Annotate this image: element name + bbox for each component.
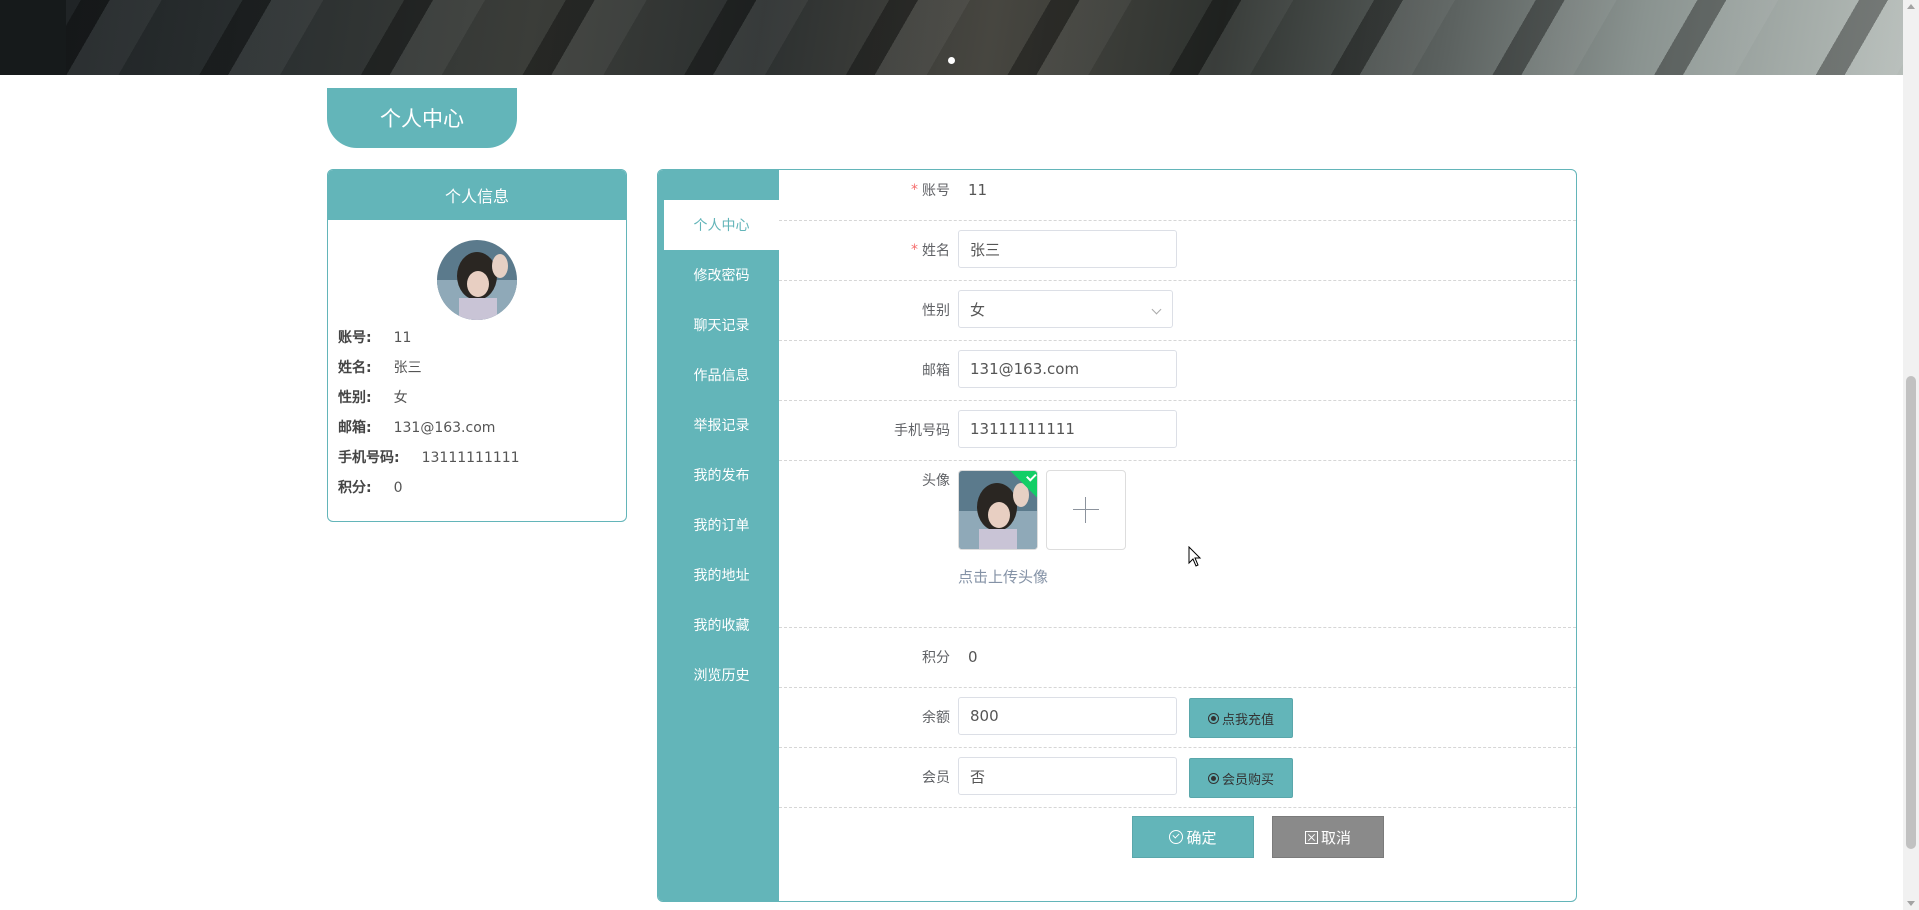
info-label: 姓名:	[338, 360, 372, 376]
info-label: 账号:	[338, 330, 372, 346]
gender-label: 性别	[922, 303, 950, 319]
info-label: 手机号码:	[338, 450, 400, 466]
top-banner-carousel	[0, 0, 1903, 75]
points-label: 积分	[922, 650, 950, 666]
form-row-gender: 性别 女	[779, 280, 1576, 341]
form-row-avatar: 头像 点击上传头像	[779, 460, 1576, 628]
sidebar-item-change-password[interactable]: 修改密码	[664, 250, 779, 300]
info-row-account: 账号: 11	[338, 327, 411, 347]
avatar-thumbnail[interactable]	[958, 470, 1038, 550]
mouse-pointer-icon	[1188, 545, 1202, 572]
info-value: 0	[393, 480, 403, 496]
field-label: * 姓名	[911, 220, 950, 280]
upload-tip: 点击上传头像	[958, 568, 1049, 586]
plus-icon	[1073, 509, 1099, 510]
email-field[interactable]: 131@163.com	[958, 350, 1177, 388]
member-input[interactable]: 否	[958, 757, 1177, 795]
page-title: 个人中心	[327, 88, 517, 148]
info-card-title: 个人信息	[328, 170, 626, 220]
field-label: * 账号	[911, 170, 950, 220]
form-row-phone: 手机号码 13111111111	[779, 400, 1576, 461]
info-value: 张三	[393, 360, 422, 376]
sidebar-item-my-address[interactable]: 我的地址	[664, 550, 779, 600]
form-row-account: * 账号 11	[779, 170, 1576, 221]
form-row-balance: 余额 800 点我充值	[779, 687, 1576, 748]
sidebar-menu: 个人中心 修改密码 聊天记录 作品信息 举报记录 我的发布 我的订单 我的地址 …	[658, 170, 779, 901]
profile-panel: 个人中心 修改密码 聊天记录 作品信息 举报记录 我的发布 我的订单 我的地址 …	[657, 169, 1577, 902]
balance-label: 余额	[922, 710, 950, 726]
form-row-name: * 姓名 张三	[779, 220, 1576, 281]
form-row-member: 会员 否 会员购买	[779, 747, 1576, 808]
info-value: 女	[393, 390, 408, 406]
account-label: 账号	[922, 183, 950, 199]
info-label: 积分:	[338, 480, 372, 496]
required-mark: *	[911, 242, 918, 258]
info-row-name: 姓名: 张三	[338, 357, 422, 377]
sidebar-item-browse-history[interactable]: 浏览历史	[664, 650, 779, 700]
avatar-upload-button[interactable]	[1046, 470, 1126, 550]
info-label: 性别:	[338, 390, 372, 406]
required-mark: *	[911, 182, 918, 198]
sidebar-item-chat-history[interactable]: 聊天记录	[664, 300, 779, 350]
info-row-email: 邮箱: 131@163.com	[338, 417, 495, 437]
radio-icon	[1207, 712, 1219, 724]
avatar-label: 头像	[922, 473, 950, 489]
info-row-points: 积分: 0	[338, 477, 403, 497]
sidebar-item-favorites[interactable]: 我的收藏	[664, 600, 779, 650]
sidebar-item-works[interactable]: 作品信息	[664, 350, 779, 400]
info-value: 11	[393, 330, 412, 346]
avatar	[437, 240, 517, 320]
scroll-down-icon[interactable]	[1907, 901, 1915, 906]
recharge-label: 点我充值	[1221, 712, 1274, 728]
cancel-button[interactable]: 取消	[1272, 816, 1384, 858]
info-label: 邮箱:	[338, 420, 372, 436]
close-square-icon	[1304, 830, 1318, 844]
check-circle-icon	[1169, 830, 1184, 844]
name-input[interactable]: 张三	[958, 230, 1177, 268]
chevron-down-icon	[1151, 304, 1162, 315]
confirm-label: 确定	[1186, 828, 1217, 847]
member-label: 会员	[922, 770, 950, 786]
carousel-indicator-dot[interactable]	[948, 57, 955, 64]
buy-membership-label: 会员购买	[1221, 772, 1274, 788]
name-label: 姓名	[922, 243, 950, 259]
email-label: 邮箱	[922, 363, 950, 379]
phone-label: 手机号码	[894, 423, 950, 439]
info-value: 13111111111	[421, 450, 520, 466]
buy-membership-button[interactable]: 会员购买	[1189, 758, 1293, 798]
form-row-points: 积分 0	[779, 627, 1576, 688]
phone-field[interactable]: 13111111111	[958, 410, 1177, 448]
scroll-up-icon[interactable]	[1907, 4, 1915, 9]
gender-select[interactable]: 女	[958, 290, 1173, 328]
info-row-phone: 手机号码: 13111111111	[338, 447, 520, 467]
banner-edge	[0, 0, 66, 75]
info-value: 131@163.com	[393, 420, 496, 436]
page-scrollbar[interactable]	[1903, 0, 1919, 910]
radio-icon	[1207, 772, 1219, 784]
balance-input[interactable]: 800	[958, 697, 1177, 735]
points-value: 0	[968, 648, 978, 666]
account-value: 11	[968, 181, 988, 199]
cancel-label: 取消	[1320, 828, 1351, 847]
personal-info-card: 个人信息 账号: 11 姓名: 张三 性别: 女 邮箱: 131@163.com 手机号…	[327, 169, 627, 522]
sidebar-item-my-orders[interactable]: 我的订单	[664, 500, 779, 550]
sidebar-item-personal-center[interactable]: 个人中心	[664, 200, 779, 250]
scrollbar-thumb[interactable]	[1906, 376, 1916, 849]
gender-selected-value: 女	[970, 300, 986, 319]
sidebar-item-reports[interactable]: 举报记录	[664, 400, 779, 450]
info-row-gender: 性别: 女	[338, 387, 408, 407]
recharge-button[interactable]: 点我充值	[1189, 698, 1293, 738]
confirm-button[interactable]: 确定	[1132, 816, 1254, 858]
form-actions: 确定 取消	[779, 807, 1576, 867]
form-row-email: 邮箱 131@163.com	[779, 340, 1576, 401]
sidebar-item-my-posts[interactable]: 我的发布	[664, 450, 779, 500]
